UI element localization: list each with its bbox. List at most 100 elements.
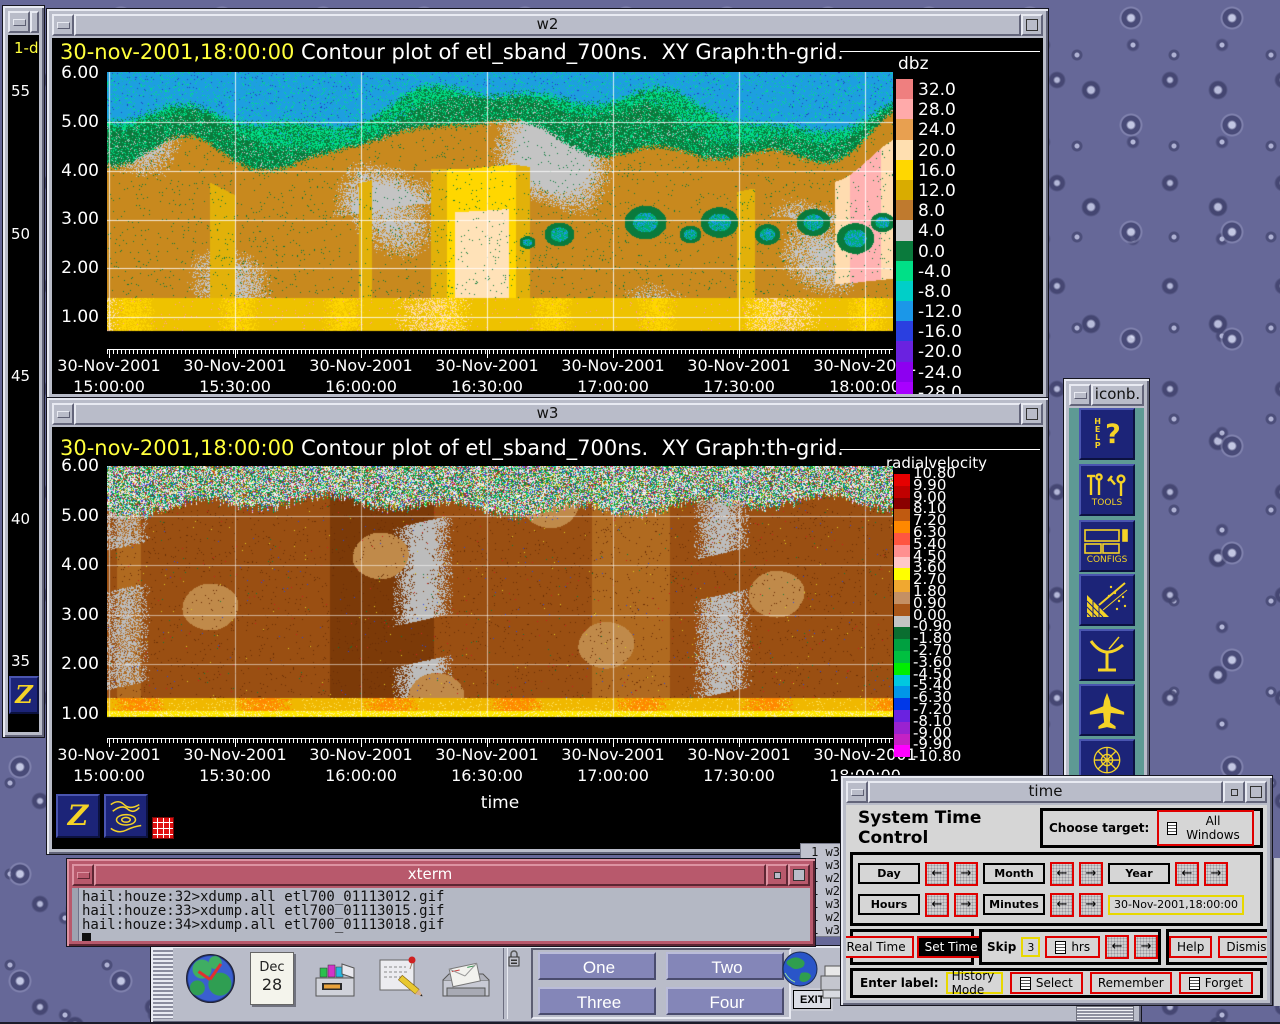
x-axis-labels: 30-Nov-200115:00:0030-Nov-200115:30:0030… (52, 355, 928, 394)
colorbar-segment (894, 533, 910, 545)
forget-menu[interactable]: Forget (1179, 972, 1253, 994)
select-menu[interactable]: Select (1010, 972, 1083, 994)
calendar-icon[interactable]: Dec 28 (250, 952, 294, 1005)
datetime-field[interactable]: 30-Nov-2001,18:00:00 (1108, 895, 1244, 915)
window-menu-button[interactable] (8, 11, 30, 33)
month-increment-button[interactable]: → (1079, 862, 1103, 886)
axis-tick-label: 4.00 (52, 162, 102, 180)
x-tick-time: 16:00:00 (298, 765, 424, 786)
workspace-button[interactable]: Three (538, 987, 656, 1015)
real-time-button[interactable]: Real Time (846, 936, 914, 958)
zeb-logo-button[interactable]: Z (9, 676, 39, 714)
colorbar (896, 79, 913, 394)
minimize-icon (774, 872, 781, 879)
z-logo-icon: Z (15, 681, 33, 709)
skip-unit-menu[interactable]: hrs (1045, 936, 1100, 958)
day-decrement-button[interactable]: ← (925, 862, 949, 886)
month-decrement-button[interactable]: ← (1050, 862, 1074, 886)
x-tick: 30-Nov-200116:00:00 (298, 744, 424, 786)
contour-tool-button[interactable] (104, 794, 148, 838)
hours-increment-button[interactable]: → (954, 893, 978, 917)
window-menu-button[interactable] (846, 781, 868, 803)
x-tick-date: 30-Nov-2001 (52, 355, 172, 376)
skip-forward-button[interactable]: → (1134, 935, 1158, 959)
airplane-icon (1085, 690, 1129, 730)
iconb-panel: HELP? TOOLS CONFIGS (1069, 408, 1144, 792)
window-xterm[interactable]: xterm hail:houze:32>xdump.all etl700_011… (66, 858, 816, 947)
window-menu-button[interactable] (1069, 384, 1091, 406)
minutes-increment-button[interactable]: → (1079, 893, 1103, 917)
window-menu-button[interactable] (52, 14, 74, 36)
minimize-button[interactable] (766, 864, 788, 886)
minimize-button[interactable] (1223, 781, 1245, 803)
set-time-button[interactable]: Set Time (917, 936, 986, 958)
colorbar-segment (896, 140, 913, 160)
window-title (30, 11, 39, 33)
colorbar-labels: 10.809.909.008.107.206.305.404.503.602.7… (913, 468, 961, 763)
profile-header: 1-d (8, 35, 39, 57)
colorbar-labels: 32.028.024.020.016.012.08.04.00.0-4.0-8.… (918, 80, 962, 394)
colorbar-tick-label: -8.0 (918, 282, 962, 302)
terminal-output[interactable]: hail:houze:32>xdump.all etl700_01113012.… (72, 888, 810, 941)
mail-icon[interactable] (439, 958, 493, 1004)
forget-label: Forget (1205, 976, 1243, 990)
choose-target-menu[interactable]: All Windows (1157, 810, 1254, 846)
workspace-button[interactable]: One (538, 952, 656, 980)
label-input-field[interactable]: History Mode (946, 972, 1003, 994)
day-increment-button[interactable]: → (954, 862, 978, 886)
panel-grip[interactable] (153, 948, 173, 1019)
year-decrement-button[interactable]: ← (1175, 862, 1199, 886)
workspace-button[interactable]: Four (666, 987, 784, 1015)
panel-toggle-widget[interactable] (1076, 1006, 1134, 1021)
antenna-dish-icon (1085, 634, 1129, 676)
window-profile-1d[interactable]: 1-d 5550454035 Z (2, 5, 45, 738)
zeb-logo-button[interactable]: Z (56, 794, 100, 838)
workspace-button[interactable]: Two (666, 952, 784, 980)
maximize-button[interactable] (1245, 781, 1267, 803)
colorbar-segment (894, 521, 910, 533)
x-tick-date: 30-Nov-2001 (550, 744, 676, 765)
maximize-button[interactable] (1021, 403, 1043, 425)
colorbar-segment (894, 675, 910, 687)
year-increment-button[interactable]: → (1204, 862, 1228, 886)
globe-icon[interactable] (781, 951, 819, 991)
clock-globe-icon[interactable] (186, 954, 233, 1001)
maximize-button[interactable] (1021, 14, 1043, 36)
axis-tick-label: 6.00 (52, 457, 102, 475)
minutes-decrement-button[interactable]: ← (1050, 893, 1074, 917)
window-menu-button[interactable] (72, 864, 94, 886)
file-manager-icon[interactable] (312, 958, 358, 1004)
option-menu-icon (1189, 977, 1200, 990)
year-label: Year (1108, 863, 1170, 884)
lock-icon[interactable] (507, 949, 521, 973)
skip-value-field[interactable]: 3 (1021, 937, 1040, 957)
remember-button[interactable]: Remember (1090, 972, 1172, 994)
radar-scan-button[interactable] (1079, 574, 1135, 626)
maximize-icon (793, 869, 805, 881)
configs-button[interactable]: CONFIGS (1079, 520, 1135, 572)
window-iconb[interactable]: iconb. HELP? TOOLS CONFIGS (1063, 378, 1150, 798)
help-button[interactable]: Help (1169, 936, 1212, 958)
maximize-button[interactable] (788, 864, 810, 886)
antenna-button[interactable] (1079, 629, 1135, 681)
terminal-scrollbar[interactable] (72, 888, 79, 941)
window-edge-sliver (1273, 858, 1280, 1006)
x-tick: 30-Nov-200117:00:00 (550, 744, 676, 786)
window-time[interactable]: time System Time Control Choose target: … (840, 775, 1273, 1006)
aircraft-button[interactable] (1079, 684, 1135, 736)
dismiss-button[interactable]: Dismiss (1218, 936, 1267, 958)
tools-button[interactable]: TOOLS (1079, 464, 1135, 516)
window-w2[interactable]: w2 30-nov-2001,18:00:00 Contour plot of … (46, 8, 1049, 400)
colorbar-segment (894, 604, 910, 616)
window-menu-button[interactable] (52, 403, 74, 425)
radar-scope-icon (1085, 745, 1129, 777)
colorbar-segment (896, 301, 913, 321)
help-button[interactable]: HELP? (1079, 408, 1135, 460)
skip-back-button[interactable]: ← (1105, 935, 1129, 959)
hours-decrement-button[interactable]: ← (925, 893, 949, 917)
colorbar-tick-label: 4.0 (918, 221, 962, 241)
header-rule (840, 51, 1040, 52)
grid-tool-icon[interactable] (152, 817, 174, 839)
text-note-icon[interactable] (376, 954, 428, 1005)
x-tick: 30-Nov-200115:30:00 (172, 744, 298, 786)
